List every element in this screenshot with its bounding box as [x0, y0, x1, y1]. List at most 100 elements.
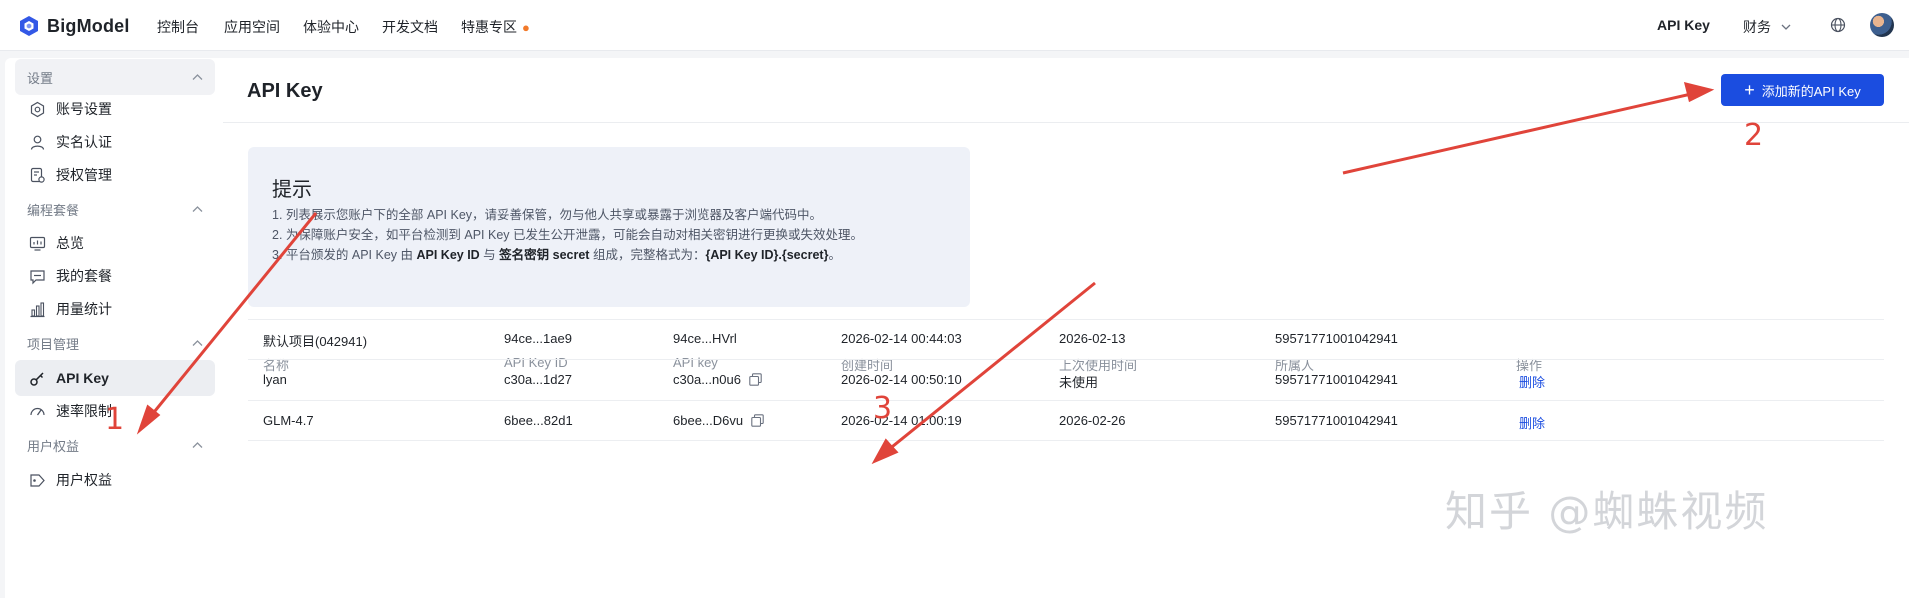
settings-icon — [30, 101, 45, 117]
cell-owner: 59571771001042941 — [1275, 372, 1398, 387]
cell-api-key-text: c30a...n0u6 — [673, 372, 741, 387]
cell-api-key: c30a...n0u6 — [673, 372, 762, 387]
tip-title: 提示 — [272, 179, 312, 201]
tip-line-3: 3. 平台颁发的 API Key 由 API Key ID 与 签名密钥 sec… — [272, 244, 841, 263]
top-apikey-link[interactable]: API Key — [1657, 17, 1710, 33]
sidebar-item-label: 用户权益 — [56, 472, 112, 488]
chevron-up-icon — [192, 74, 203, 80]
row-divider — [248, 359, 1884, 360]
tag-icon — [30, 473, 45, 487]
cell-created: 2026-02-14 00:44:03 — [841, 331, 962, 346]
cell-name: 默认项目(042941) — [263, 334, 368, 349]
chat-bubble-icon — [30, 269, 45, 284]
tip-line-3-part: 3. 平台颁发的 API Key 由 — [272, 248, 417, 262]
sidebar-group-project-label: 项目管理 — [27, 336, 80, 352]
sidebar-item-label: 总览 — [56, 235, 84, 251]
tip-line-3-part: 与 — [479, 248, 500, 262]
tip-line-3-bold: 签名密钥 secret — [499, 248, 590, 262]
delete-button[interactable]: 删除 — [1519, 413, 1545, 432]
user-icon — [30, 135, 45, 150]
sidebar-item-my-plan[interactable]: 我的套餐 — [15, 258, 215, 294]
tip-line-2: 2. 为保障账户安全，如平台检测到 API Key 已发生公开泄露，可能会自动对… — [272, 228, 864, 242]
sidebar-item-real-name[interactable]: 实名认证 — [15, 124, 215, 160]
sidebar-item-label: API Key — [56, 370, 109, 386]
document-check-icon — [30, 167, 45, 183]
nav-docs[interactable]: 开发文档 — [382, 17, 438, 37]
sidebar-item-overview[interactable]: 总览 — [15, 225, 215, 261]
brand-name: BigModel — [47, 15, 130, 36]
row-divider — [248, 400, 1884, 401]
tip-line-3-bold: API Key ID — [416, 248, 480, 262]
chevron-down-icon — [1781, 24, 1791, 30]
brand-logo[interactable]: BigModel — [18, 14, 130, 38]
watermark: 知乎 @蜘蛛视频 — [1445, 487, 1769, 536]
plus-icon: + — [1744, 80, 1755, 100]
sidebar-group-coding-label: 编程套餐 — [27, 202, 80, 218]
top-bar: BigModel 控制台 应用空间 体验中心 开发文档 特惠专区 ● API K… — [0, 0, 1909, 51]
sidebar: 设置 账号设置 实名认证 授权管理 编程套餐 总览 我的套餐 用量统计 项目管理… — [5, 58, 223, 598]
tip-line-3-part: 。 — [828, 248, 841, 262]
tip-line-3-part: 组成，完整格式为： — [589, 248, 706, 262]
header-divider — [223, 122, 1909, 123]
sidebar-item-label: 账号设置 — [56, 101, 112, 117]
table-header-divider — [248, 319, 1884, 320]
sidebar-group-settings-label: 设置 — [27, 70, 54, 86]
nav-app-space-label: 应用空间 — [224, 19, 280, 35]
add-api-key-button[interactable]: + 添加新的API Key — [1721, 74, 1884, 106]
cell-created: 2026-02-14 00:50:10 — [841, 372, 962, 387]
copy-icon[interactable] — [749, 373, 762, 386]
top-finance-menu[interactable]: 财务 — [1743, 17, 1791, 37]
cell-name: GLM-4.7 — [263, 413, 314, 428]
sidebar-group-benefits-label: 用户权益 — [27, 438, 80, 454]
cell-key-id: 6bee...82d1 — [504, 413, 573, 428]
tip-line-1: 1. 列表展示您账户下的全部 API Key，请妥善保管，勿与他人共享或暴露于浏… — [272, 208, 823, 222]
sidebar-item-user-benefits[interactable]: 用户权益 — [15, 462, 215, 498]
nav-experience-label: 体验中心 — [303, 19, 359, 35]
sidebar-item-usage-stats[interactable]: 用量统计 — [15, 291, 215, 327]
copy-icon[interactable] — [751, 414, 764, 427]
cell-owner: 59571771001042941 — [1275, 331, 1398, 346]
cell-api-key: 94ce...HVrl — [673, 331, 737, 346]
key-link-icon — [30, 371, 44, 386]
bar-chart-icon — [30, 301, 45, 317]
col-header-api-key: API key — [673, 355, 718, 370]
sidebar-item-account-settings[interactable]: 账号设置 — [15, 91, 215, 127]
row-divider — [248, 440, 1884, 441]
chevron-up-icon — [192, 340, 203, 346]
annotation-number-2: 2 — [1744, 118, 1764, 153]
annotation-number-3: 3 — [873, 391, 893, 426]
chevron-up-icon — [192, 206, 203, 212]
globe-icon[interactable] — [1830, 17, 1846, 33]
flame-icon: ● — [522, 19, 530, 35]
nav-experience[interactable]: 体验中心 — [303, 17, 359, 37]
cell-last-used: 未使用 — [1059, 375, 1099, 390]
sidebar-item-api-key[interactable]: API Key — [15, 360, 215, 396]
user-avatar[interactable] — [1870, 13, 1894, 37]
cell-key-id: 94ce...1ae9 — [504, 331, 572, 346]
cell-key-id: c30a...1d27 — [504, 372, 572, 387]
sidebar-group-coding[interactable]: 编程套餐 — [15, 191, 215, 227]
bigmodel-logo-icon — [20, 16, 38, 36]
chevron-up-icon — [192, 442, 203, 448]
nav-console[interactable]: 控制台 — [157, 17, 199, 37]
tip-line-3-bold: {API Key ID}.{secret} — [705, 248, 829, 262]
annotation-number-1: 1 — [105, 402, 125, 437]
add-api-key-label: 添加新的API Key — [1761, 83, 1861, 99]
nav-special-offers[interactable]: 特惠专区 ● — [461, 17, 530, 37]
sidebar-group-project[interactable]: 项目管理 — [15, 325, 215, 361]
cell-api-key: 6bee...D6vu — [673, 413, 764, 428]
monitor-icon — [29, 236, 46, 251]
page-title: API Key — [247, 80, 323, 102]
nav-app-space[interactable]: 应用空间 — [224, 17, 280, 37]
sidebar-group-settings[interactable]: 设置 — [15, 59, 215, 95]
nav-console-label: 控制台 — [157, 19, 199, 35]
delete-button[interactable]: 删除 — [1519, 372, 1545, 391]
top-finance-label: 财务 — [1743, 19, 1771, 35]
cell-last-used: 2026-02-26 — [1059, 413, 1126, 428]
sidebar-item-authorization[interactable]: 授权管理 — [15, 157, 215, 193]
cell-api-key-text: 6bee...D6vu — [673, 413, 744, 428]
cell-name: lyan — [263, 372, 287, 387]
gauge-icon — [30, 407, 45, 415]
nav-docs-label: 开发文档 — [382, 19, 438, 35]
sidebar-item-label: 用量统计 — [56, 301, 112, 317]
